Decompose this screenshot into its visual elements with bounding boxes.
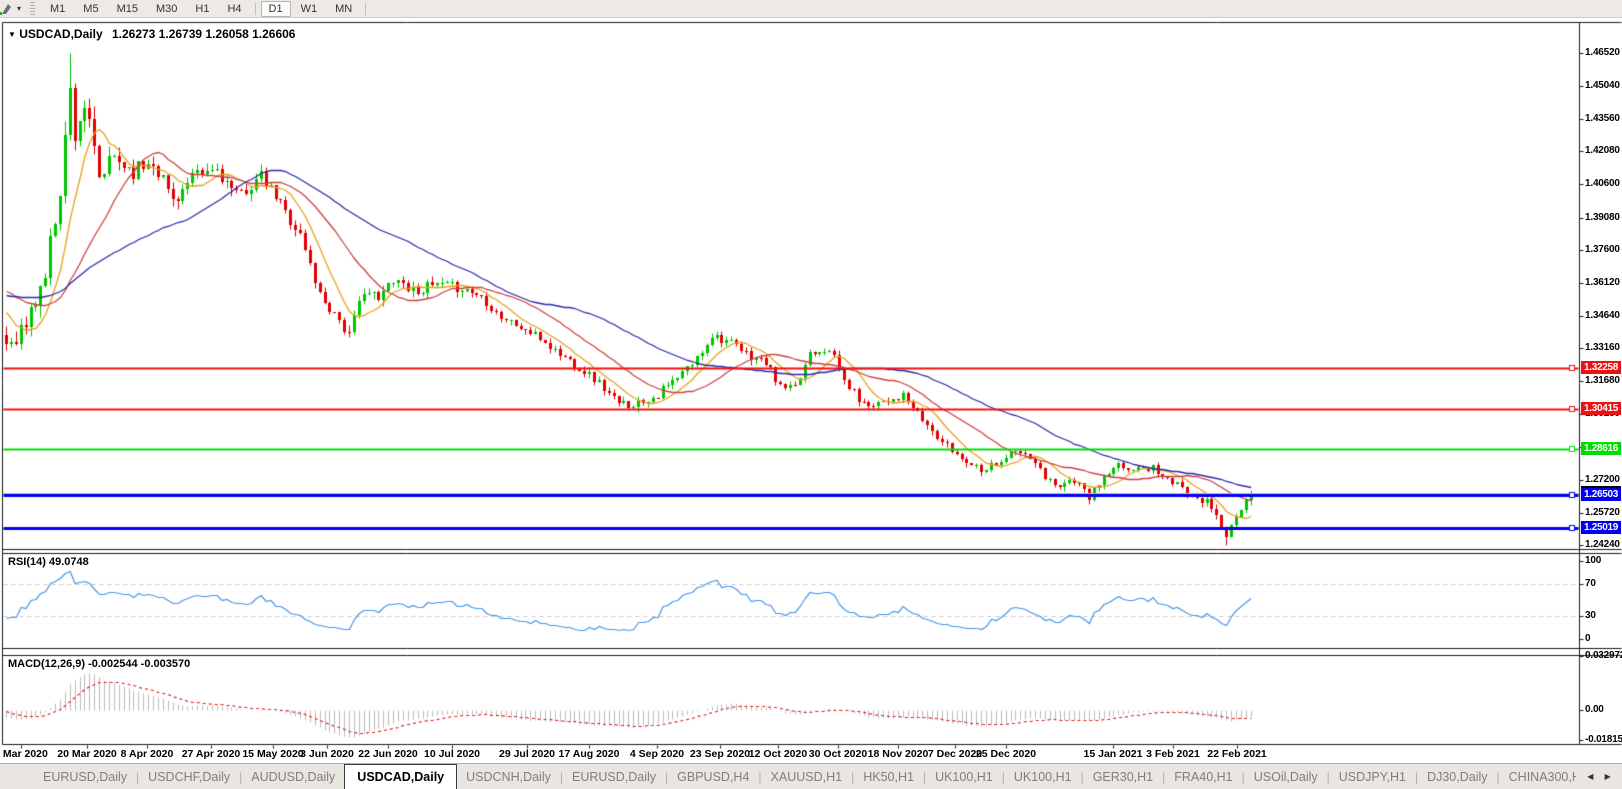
mt4-window: ▾ M1 M5 M15 M30 H1 H4 D1 W1 MN ▼ USDCAD,Daily 1.…	[0, 0, 1622, 789]
date-axis-label: 29 Jul 2020	[498, 748, 556, 760]
chart-title: ▼ USDCAD,Daily 1.26273 1.26739 1.26058 1…	[8, 27, 295, 41]
toolbar: ▾ M1 M5 M15 M30 H1 H4 D1 W1 MN	[0, 0, 1622, 18]
date-axis-label: 15 Jan 2021	[1083, 748, 1143, 760]
hline-price-label[interactable]: 1.28616	[1581, 442, 1621, 455]
chart-tab-usdjpy-h1[interactable]: USDJPY,H1	[1330, 764, 1415, 789]
chart-tab-ger30-h1[interactable]: GER30,H1	[1084, 764, 1162, 789]
chart-tab-uk100-h1[interactable]: UK100,H1	[926, 764, 1002, 789]
price-axis-tick: 1.45040	[1585, 80, 1620, 91]
chart-tab-eurusd-daily[interactable]: EURUSD,Daily	[34, 764, 136, 789]
hline-price-label[interactable]: 1.25019	[1581, 521, 1621, 534]
price-axis-tick: 1.34640	[1585, 310, 1620, 321]
timeframe-button-m5[interactable]: M5	[75, 1, 106, 17]
chart-tab-gbpusd-h4[interactable]: GBPUSD,H4	[668, 764, 758, 789]
date-axis-label: 8 Apr 2020	[120, 748, 174, 760]
date-axis-label: 2 Mar 2020	[0, 748, 48, 760]
collapse-icon[interactable]: ▼	[8, 30, 16, 39]
macd-axis-tick: -0.018154	[1585, 734, 1622, 745]
timeframe-button-mn[interactable]: MN	[327, 1, 360, 17]
price-axis-tick: 1.25720	[1585, 507, 1620, 518]
date-axis-label: 22 Feb 2021	[1207, 748, 1267, 760]
date-axis-label: 20 Mar 2020	[57, 748, 117, 760]
chart-tab-eurusd-daily[interactable]: EURUSD,Daily	[563, 764, 665, 789]
date-axis-label: 30 Oct 2020	[808, 748, 868, 760]
chart-ohlc: 1.26273 1.26739 1.26058 1.26606	[111, 27, 296, 41]
date-axis-label: 12 Oct 2020	[748, 748, 808, 760]
toolbar-separator	[254, 2, 256, 15]
date-axis-label: 15 May 2020	[242, 748, 304, 760]
date-axis-label: 22 Jun 2020	[358, 748, 418, 760]
tab-scroll-right-icon[interactable]: ▶	[1605, 772, 1611, 781]
timeframe-button-d1[interactable]: D1	[260, 0, 291, 17]
date-axis-label: 18 Nov 2020	[867, 748, 929, 760]
macd-label: MACD(12,26,9) -0.002544 -0.003570	[8, 658, 191, 670]
price-axis-tick: 1.43560	[1585, 113, 1620, 124]
pen-tool-dropdown-icon[interactable]: ▾	[12, 2, 26, 15]
rsi-axis-tick: 100	[1585, 555, 1602, 566]
chart-symbol-period: USDCAD,Daily	[19, 27, 103, 41]
date-axis-label: 3 Jun 2020	[300, 748, 354, 760]
price-axis-tick: 1.36120	[1585, 277, 1620, 288]
tab-scroll-arrows: ◀ ▶	[1576, 764, 1622, 789]
chart-tab-usdchf-daily[interactable]: USDCHF,Daily	[139, 764, 239, 789]
rsi-axis-tick: 0	[1585, 633, 1591, 644]
price-axis-tick: 1.27200	[1585, 474, 1620, 485]
price-axis-tick: 1.37600	[1585, 244, 1620, 255]
date-axis-label: 10 Jul 2020	[423, 748, 481, 760]
date-axis-label: 7 Dec 2020	[927, 748, 983, 760]
price-axis-tick: 1.46520	[1585, 47, 1620, 58]
chart-tab-usdcad-daily[interactable]: USDCAD,Daily	[344, 764, 458, 789]
tab-bar: EURUSD,Daily | USDCHF,Daily | AUDUSD,Daily US…	[0, 763, 1622, 789]
pen-tool-icon[interactable]	[0, 1, 11, 16]
chart-tab-usdcnh-daily[interactable]: USDCNH,Daily	[457, 764, 560, 789]
price-axis-tick: 1.39080	[1585, 212, 1620, 223]
macd-axis-tick: 0.00	[1585, 704, 1604, 715]
toolbar-separator	[365, 2, 367, 15]
price-axis-tick: 1.31680	[1585, 375, 1620, 386]
date-axis-label: 25 Dec 2020	[975, 748, 1037, 760]
chart-tab-fra40-h1[interactable]: FRA40,H1	[1165, 764, 1241, 789]
timeframe-button-w1[interactable]: W1	[293, 1, 326, 17]
toolbar-grip	[30, 2, 36, 15]
macd-axis-tick: 0.032972	[1585, 650, 1622, 661]
price-axis-tick: 1.33160	[1585, 342, 1620, 353]
timeframe-button-m30[interactable]: M30	[148, 1, 185, 17]
date-axis-label: 27 Apr 2020	[181, 748, 241, 760]
chart-tab-uk100-h1[interactable]: UK100,H1	[1005, 764, 1081, 789]
date-axis-label: 17 Aug 2020	[558, 748, 620, 760]
timeframe-button-m1[interactable]: M1	[42, 1, 73, 17]
timeframe-button-m15[interactable]: M15	[109, 1, 146, 17]
chart-tab-hk50-h1[interactable]: HK50,H1	[854, 764, 923, 789]
rsi-axis-tick: 30	[1585, 610, 1596, 621]
price-axis-tick: 1.40600	[1585, 178, 1620, 189]
timeframe-buttons: M1 M5 M15 M30 H1 H4 D1 W1 MN	[41, 0, 370, 17]
hline-price-label[interactable]: 1.30415	[1581, 402, 1621, 415]
pen-tool-glyph	[0, 4, 11, 15]
chart-tab-xauusd-h1[interactable]: XAUUSD,H1	[762, 764, 852, 789]
timeframe-button-h4[interactable]: H4	[219, 1, 249, 17]
chart-tab-dj30-daily[interactable]: DJ30,Daily	[1418, 764, 1496, 789]
hline-price-label[interactable]: 1.32258	[1581, 361, 1621, 374]
chart-tab-audusd-daily[interactable]: AUDUSD,Daily	[242, 764, 344, 789]
date-axis-label: 4 Sep 2020	[629, 748, 685, 760]
tab-scroll-left-icon[interactable]: ◀	[1587, 772, 1593, 781]
hline-price-label[interactable]: 1.26503	[1581, 488, 1621, 501]
price-axis-tick: 1.42080	[1585, 145, 1620, 156]
chart-tab-usoil-daily[interactable]: USOil,Daily	[1245, 764, 1327, 789]
date-axis-label: 23 Sep 2020	[689, 748, 751, 760]
date-axis-label: 3 Feb 2021	[1146, 748, 1200, 760]
price-axis-tick: 1.24240	[1585, 539, 1620, 550]
price-chart-canvas[interactable]	[0, 0, 1622, 789]
rsi-axis-tick: 70	[1585, 578, 1596, 589]
rsi-label: RSI(14) 49.0748	[8, 556, 89, 568]
timeframe-button-h1[interactable]: H1	[187, 1, 217, 17]
